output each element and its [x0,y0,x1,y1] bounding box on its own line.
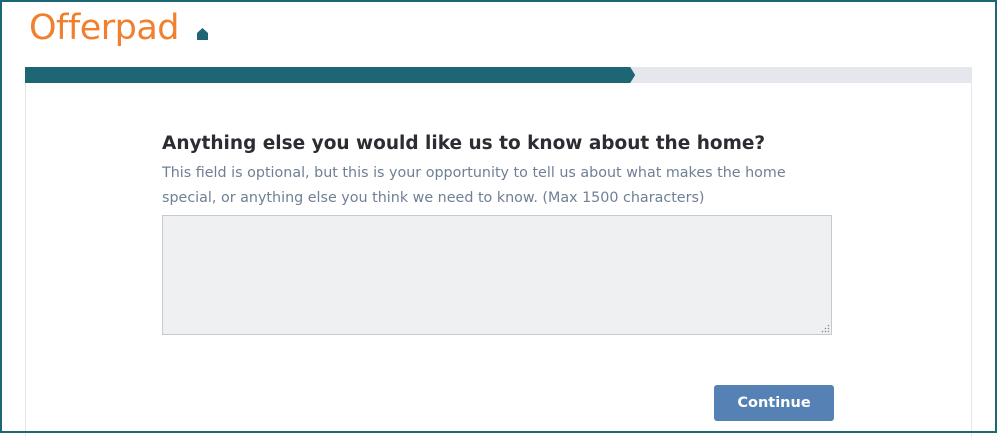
question-heading: Anything else you would like us to know … [162,133,766,154]
house-icon [197,28,208,40]
offerpad-logo[interactable]: Offerpad [29,6,180,50]
progress-bar-fill [25,67,635,83]
progress-bar [25,67,971,83]
helper-text: This field is optional, but this is your… [162,165,786,206]
home-details-textarea[interactable] [162,215,832,335]
continue-button[interactable]: Continue [714,385,834,421]
header: Offerpad [0,0,997,60]
